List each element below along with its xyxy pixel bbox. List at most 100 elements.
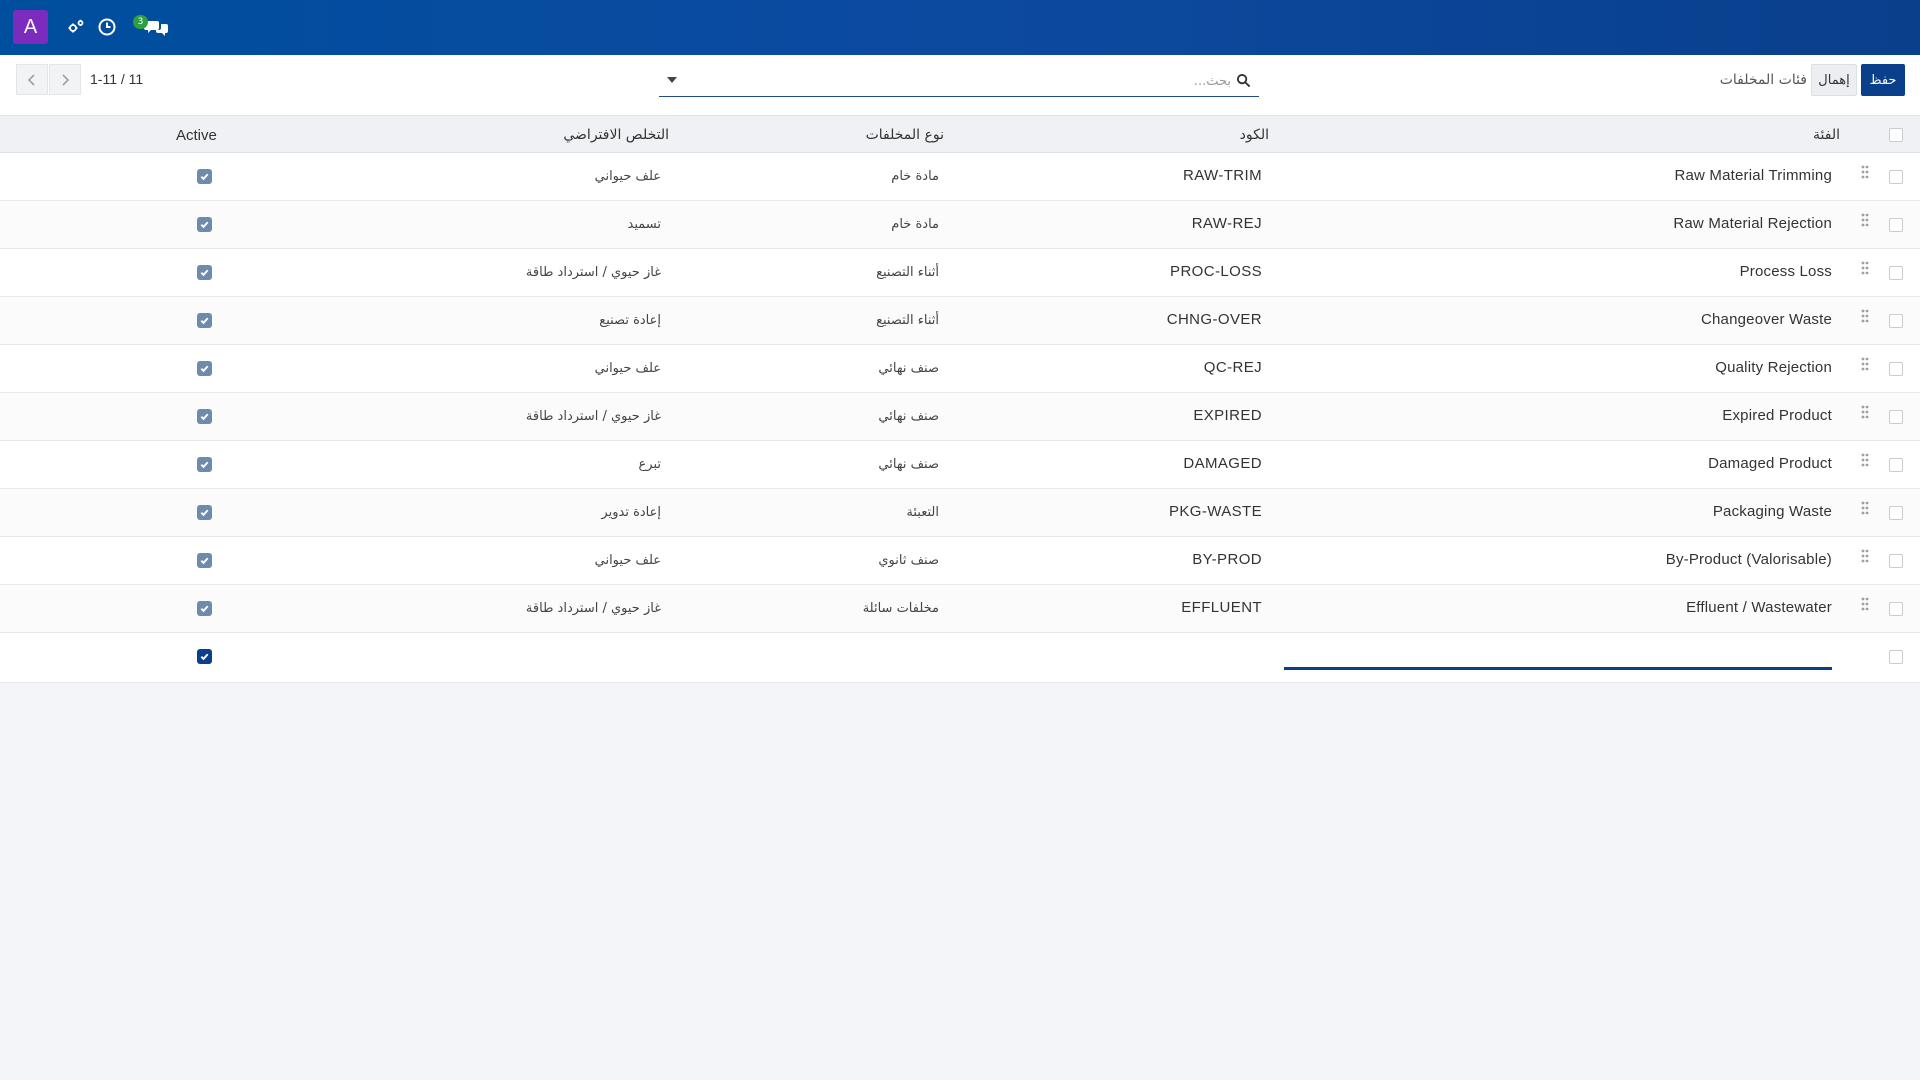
cell-category: Packaging Waste — [1712, 503, 1832, 520]
table-row[interactable]: Damaged Product DAMAGED صنف نهائي تبرع — [0, 441, 1920, 489]
row-select-checkbox[interactable] — [1889, 458, 1903, 472]
user-avatar[interactable]: A — [13, 10, 48, 44]
cell-category: Expired Product — [1722, 407, 1832, 424]
cell-code: RAW-TRIM — [1182, 167, 1262, 184]
table-row[interactable]: Effluent / Wastewater EFFLUENT مخلفات سا… — [0, 585, 1920, 633]
check-icon — [200, 413, 209, 421]
cell-code: BY-PROD — [1192, 551, 1262, 568]
check-icon — [200, 173, 209, 181]
table-header: الفئة الكود نوع المخلفات التخلص الافتراض… — [0, 115, 1920, 153]
cell-waste-type: أثناء التصنيع — [876, 313, 939, 328]
cell-code: EXPIRED — [1193, 407, 1262, 424]
cell-waste-type: صنف ثانوي — [878, 553, 939, 568]
clock-icon[interactable] — [97, 17, 117, 37]
search-input[interactable] — [711, 70, 1231, 92]
row-select-checkbox[interactable] — [1889, 218, 1903, 232]
cell-default-disposal: غاز حيوي / استرداد طاقة — [525, 265, 661, 280]
header-waste-type[interactable]: نوع المخلفات — [866, 127, 944, 143]
row-select-checkbox[interactable] — [1889, 362, 1903, 376]
active-checkbox[interactable] — [197, 553, 212, 568]
drag-handle-icon[interactable] — [1860, 308, 1870, 324]
table-row[interactable]: Packaging Waste PKG-WASTE التعبئة إعادة … — [0, 489, 1920, 537]
active-checkbox[interactable] — [197, 409, 212, 424]
drag-handle-icon[interactable] — [1860, 596, 1870, 612]
active-checkbox[interactable] — [197, 601, 212, 616]
cell-default-disposal: تبرع — [638, 457, 661, 472]
row-select-checkbox[interactable] — [1889, 650, 1903, 664]
drag-handle-icon[interactable] — [1860, 404, 1870, 420]
drag-handle-icon[interactable] — [1860, 212, 1870, 228]
header-default-disposal[interactable]: التخلص الافتراضي — [563, 127, 669, 143]
pager-previous-button[interactable] — [16, 64, 48, 95]
cell-default-disposal: غاز حيوي / استرداد طاقة — [525, 601, 661, 616]
check-icon — [200, 653, 209, 661]
pager-value[interactable]: 1-11 / 11 — [90, 71, 143, 87]
active-checkbox[interactable] — [197, 649, 212, 664]
cell-waste-type: أثناء التصنيع — [876, 265, 939, 280]
header-category[interactable]: الفئة — [1813, 127, 1840, 143]
chat-badge: 3 — [133, 15, 148, 29]
cell-default-disposal: إعادة تدوير — [601, 505, 661, 520]
row-select-checkbox[interactable] — [1889, 410, 1903, 424]
cell-category: Raw Material Trimming — [1674, 167, 1832, 184]
category-name-input[interactable] — [1284, 667, 1832, 670]
active-checkbox[interactable] — [197, 265, 212, 280]
row-select-checkbox[interactable] — [1889, 170, 1903, 184]
drag-handle-icon[interactable] — [1860, 356, 1870, 372]
list-table: الفئة الكود نوع المخلفات التخلص الافتراض… — [0, 115, 1920, 683]
cell-waste-type: مادة خام — [891, 169, 939, 184]
active-checkbox[interactable] — [197, 505, 212, 520]
row-select-checkbox[interactable] — [1889, 602, 1903, 616]
row-select-checkbox[interactable] — [1889, 314, 1903, 328]
new-record-row[interactable] — [0, 633, 1920, 683]
table-row[interactable]: Process Loss PROC-LOSS أثناء التصنيع غاز… — [0, 249, 1920, 297]
cell-waste-type: صنف نهائي — [878, 409, 939, 424]
row-select-checkbox[interactable] — [1889, 266, 1903, 280]
save-button[interactable]: حفظ — [1861, 64, 1905, 96]
settings-icon[interactable] — [66, 17, 86, 37]
cell-default-disposal: علف حيواني — [594, 361, 661, 376]
active-checkbox[interactable] — [197, 169, 212, 184]
table-row[interactable]: Quality Rejection QC-REJ صنف نهائي علف ح… — [0, 345, 1920, 393]
check-icon — [200, 221, 209, 229]
drag-handle-icon[interactable] — [1860, 500, 1870, 516]
header-code[interactable]: الكود — [1240, 127, 1269, 143]
header-active[interactable]: Active — [176, 127, 217, 144]
pager-next-button[interactable] — [49, 64, 81, 95]
active-checkbox[interactable] — [197, 313, 212, 328]
active-checkbox[interactable] — [197, 217, 212, 232]
cell-waste-type: مخلفات سائلة — [862, 601, 939, 616]
drag-handle-icon[interactable] — [1860, 548, 1870, 564]
table-row[interactable]: Expired Product EXPIRED صنف نهائي غاز حي… — [0, 393, 1920, 441]
search-icon[interactable] — [1236, 73, 1251, 88]
discard-button[interactable]: إهمال — [1811, 64, 1857, 96]
cell-code: PROC-LOSS — [1170, 263, 1262, 280]
drag-handle-icon[interactable] — [1860, 164, 1870, 180]
check-icon — [200, 365, 209, 373]
table-row[interactable]: Raw Material Trimming RAW-TRIM مادة خام … — [0, 153, 1920, 201]
check-icon — [200, 509, 209, 517]
row-select-checkbox[interactable] — [1889, 554, 1903, 568]
active-checkbox[interactable] — [197, 361, 212, 376]
table-row[interactable]: Raw Material Rejection RAW-REJ مادة خام … — [0, 201, 1920, 249]
table-row[interactable]: Changeover Waste CHNG-OVER أثناء التصنيع… — [0, 297, 1920, 345]
drag-handle-icon[interactable] — [1860, 452, 1870, 468]
breadcrumb: فئات المخلفات — [1719, 72, 1807, 88]
chevron-right-icon — [62, 73, 70, 86]
drag-handle-icon[interactable] — [1860, 260, 1870, 276]
cell-category: Raw Material Rejection — [1673, 215, 1832, 232]
active-checkbox[interactable] — [197, 457, 212, 472]
cell-code: EFFLUENT — [1181, 599, 1262, 616]
search-options-toggle[interactable] — [667, 77, 677, 83]
cell-code: PKG-WASTE — [1168, 503, 1262, 520]
row-select-checkbox[interactable] — [1889, 506, 1903, 520]
cell-default-disposal: علف حيواني — [594, 169, 661, 184]
cell-waste-type: صنف نهائي — [878, 457, 939, 472]
select-all-checkbox[interactable] — [1889, 128, 1903, 142]
cell-waste-type: التعبئة — [906, 505, 939, 520]
cell-default-disposal: تسميد — [627, 217, 661, 232]
cell-category: Quality Rejection — [1715, 359, 1832, 376]
table-row[interactable]: By-Product (Valorisable) BY-PROD صنف ثان… — [0, 537, 1920, 585]
cell-code: DAMAGED — [1183, 455, 1262, 472]
cell-waste-type: صنف نهائي — [878, 361, 939, 376]
